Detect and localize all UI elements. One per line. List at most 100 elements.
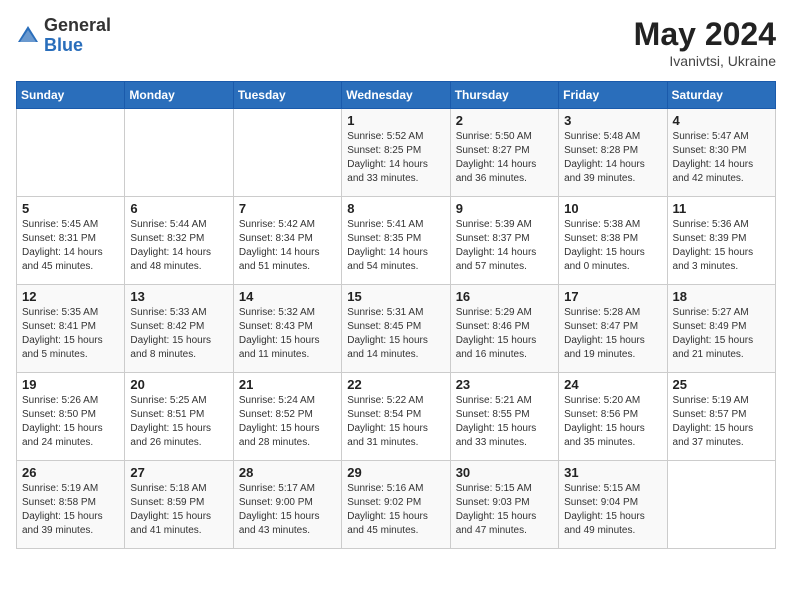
weekday-header-thursday: Thursday: [450, 82, 558, 109]
day-number: 9: [456, 201, 553, 216]
calendar-title: May 2024: [634, 16, 776, 53]
day-info: Sunrise: 5:31 AM Sunset: 8:45 PM Dayligh…: [347, 306, 444, 362]
day-info: Sunrise: 5:16 AM Sunset: 9:02 PM Dayligh…: [347, 482, 444, 538]
calendar-cell: 22 Sunrise: 5:22 AM Sunset: 8:54 PM Dayli…: [342, 373, 450, 461]
day-number: 10: [564, 201, 661, 216]
day-number: 16: [456, 289, 553, 304]
calendar-cell: 16 Sunrise: 5:29 AM Sunset: 8:46 PM Dayli…: [450, 285, 558, 373]
day-number: 21: [239, 377, 336, 392]
day-number: 15: [347, 289, 444, 304]
day-info: Sunrise: 5:29 AM Sunset: 8:46 PM Dayligh…: [456, 306, 553, 362]
calendar-cell: 7 Sunrise: 5:42 AM Sunset: 8:34 PM Daylig…: [233, 197, 341, 285]
logo-general: General: [44, 15, 111, 35]
day-number: 6: [130, 201, 227, 216]
day-number: 19: [22, 377, 119, 392]
week-row-3: 12Sunrise: 5:35 AM Sunset: 8:41 PM Dayli…: [17, 285, 776, 373]
day-number: 23: [456, 377, 553, 392]
weekday-header-monday: Monday: [125, 82, 233, 109]
day-number: 25: [673, 377, 770, 392]
title-block: May 2024 Ivanivtsi, Ukraine: [634, 16, 776, 69]
calendar-cell: 21 Sunrise: 5:24 AM Sunset: 8:52 PM Dayli…: [233, 373, 341, 461]
calendar-cell: [667, 461, 775, 549]
day-number: 1: [347, 113, 444, 128]
day-info: Sunrise: 5:21 AM Sunset: 8:55 PM Dayligh…: [456, 394, 553, 450]
day-info: Sunrise: 5:52 AM Sunset: 8:25 PM Dayligh…: [347, 130, 444, 186]
calendar-cell: [233, 109, 341, 197]
day-info: Sunrise: 5:19 AM Sunset: 8:57 PM Dayligh…: [673, 394, 770, 450]
day-number: 22: [347, 377, 444, 392]
week-row-2: 5 Sunrise: 5:45 AM Sunset: 8:31 PM Daylig…: [17, 197, 776, 285]
day-info: Sunrise: 5:22 AM Sunset: 8:54 PM Dayligh…: [347, 394, 444, 450]
calendar-cell: 5 Sunrise: 5:45 AM Sunset: 8:31 PM Daylig…: [17, 197, 125, 285]
weekday-header-friday: Friday: [559, 82, 667, 109]
calendar-cell: 23 Sunrise: 5:21 AM Sunset: 8:55 PM Dayli…: [450, 373, 558, 461]
day-number: 26: [22, 465, 119, 480]
logo-text: General Blue: [44, 16, 111, 56]
day-number: 7: [239, 201, 336, 216]
day-info: Sunrise: 5:17 AM Sunset: 9:00 PM Dayligh…: [239, 482, 336, 538]
day-info: Sunrise: 5:50 AM Sunset: 8:27 PM Dayligh…: [456, 130, 553, 186]
day-number: 3: [564, 113, 661, 128]
calendar-cell: 8 Sunrise: 5:41 AM Sunset: 8:35 PM Daylig…: [342, 197, 450, 285]
day-info: Sunrise: 5:27 AM Sunset: 8:49 PM Dayligh…: [673, 306, 770, 362]
calendar-cell: 20Sunrise: 5:25 AM Sunset: 8:51 PM Dayli…: [125, 373, 233, 461]
day-info: Sunrise: 5:44 AM Sunset: 8:32 PM Dayligh…: [130, 218, 227, 274]
day-info: Sunrise: 5:32 AM Sunset: 8:43 PM Dayligh…: [239, 306, 336, 362]
week-row-5: 26 Sunrise: 5:19 AM Sunset: 8:58 PM Dayli…: [17, 461, 776, 549]
calendar-cell: 3 Sunrise: 5:48 AM Sunset: 8:28 PM Daylig…: [559, 109, 667, 197]
day-info: Sunrise: 5:47 AM Sunset: 8:30 PM Dayligh…: [673, 130, 770, 186]
day-number: 4: [673, 113, 770, 128]
calendar-cell: 1 Sunrise: 5:52 AM Sunset: 8:25 PM Daylig…: [342, 109, 450, 197]
calendar-cell: 28 Sunrise: 5:17 AM Sunset: 9:00 PM Dayli…: [233, 461, 341, 549]
calendar-cell: 13Sunrise: 5:33 AM Sunset: 8:42 PM Dayli…: [125, 285, 233, 373]
calendar-table: SundayMondayTuesdayWednesdayThursdayFrid…: [16, 81, 776, 549]
calendar-cell: 24 Sunrise: 5:20 AM Sunset: 8:56 PM Dayli…: [559, 373, 667, 461]
calendar-cell: 31Sunrise: 5:15 AM Sunset: 9:04 PM Dayli…: [559, 461, 667, 549]
day-info: Sunrise: 5:28 AM Sunset: 8:47 PM Dayligh…: [564, 306, 661, 362]
calendar-location: Ivanivtsi, Ukraine: [634, 53, 776, 69]
week-row-4: 19Sunrise: 5:26 AM Sunset: 8:50 PM Dayli…: [17, 373, 776, 461]
day-info: Sunrise: 5:39 AM Sunset: 8:37 PM Dayligh…: [456, 218, 553, 274]
day-number: 28: [239, 465, 336, 480]
calendar-cell: 29 Sunrise: 5:16 AM Sunset: 9:02 PM Dayli…: [342, 461, 450, 549]
calendar-cell: 6 Sunrise: 5:44 AM Sunset: 8:32 PM Daylig…: [125, 197, 233, 285]
day-info: Sunrise: 5:42 AM Sunset: 8:34 PM Dayligh…: [239, 218, 336, 274]
day-info: Sunrise: 5:20 AM Sunset: 8:56 PM Dayligh…: [564, 394, 661, 450]
day-number: 12: [22, 289, 119, 304]
weekday-header-sunday: Sunday: [17, 82, 125, 109]
week-row-1: 1 Sunrise: 5:52 AM Sunset: 8:25 PM Daylig…: [17, 109, 776, 197]
logo-blue: Blue: [44, 35, 83, 55]
day-info: Sunrise: 5:36 AM Sunset: 8:39 PM Dayligh…: [673, 218, 770, 274]
calendar-body: 1 Sunrise: 5:52 AM Sunset: 8:25 PM Daylig…: [17, 109, 776, 549]
calendar-cell: 12Sunrise: 5:35 AM Sunset: 8:41 PM Dayli…: [17, 285, 125, 373]
day-number: 30: [456, 465, 553, 480]
day-info: Sunrise: 5:41 AM Sunset: 8:35 PM Dayligh…: [347, 218, 444, 274]
day-number: 13: [130, 289, 227, 304]
day-info: Sunrise: 5:24 AM Sunset: 8:52 PM Dayligh…: [239, 394, 336, 450]
weekday-header-wednesday: Wednesday: [342, 82, 450, 109]
day-number: 2: [456, 113, 553, 128]
calendar-cell: [125, 109, 233, 197]
day-number: 14: [239, 289, 336, 304]
weekday-header-saturday: Saturday: [667, 82, 775, 109]
calendar-cell: 11Sunrise: 5:36 AM Sunset: 8:39 PM Dayli…: [667, 197, 775, 285]
calendar-cell: 15 Sunrise: 5:31 AM Sunset: 8:45 PM Dayli…: [342, 285, 450, 373]
day-number: 8: [347, 201, 444, 216]
calendar-cell: 19Sunrise: 5:26 AM Sunset: 8:50 PM Dayli…: [17, 373, 125, 461]
day-number: 31: [564, 465, 661, 480]
day-info: Sunrise: 5:48 AM Sunset: 8:28 PM Dayligh…: [564, 130, 661, 186]
day-info: Sunrise: 5:15 AM Sunset: 9:03 PM Dayligh…: [456, 482, 553, 538]
logo-icon: [16, 24, 40, 48]
day-number: 17: [564, 289, 661, 304]
calendar-cell: 25 Sunrise: 5:19 AM Sunset: 8:57 PM Dayli…: [667, 373, 775, 461]
day-number: 29: [347, 465, 444, 480]
day-info: Sunrise: 5:19 AM Sunset: 8:58 PM Dayligh…: [22, 482, 119, 538]
day-info: Sunrise: 5:45 AM Sunset: 8:31 PM Dayligh…: [22, 218, 119, 274]
calendar-cell: 2 Sunrise: 5:50 AM Sunset: 8:27 PM Daylig…: [450, 109, 558, 197]
calendar-cell: 30 Sunrise: 5:15 AM Sunset: 9:03 PM Dayli…: [450, 461, 558, 549]
day-number: 24: [564, 377, 661, 392]
calendar-cell: 10Sunrise: 5:38 AM Sunset: 8:38 PM Dayli…: [559, 197, 667, 285]
day-number: 5: [22, 201, 119, 216]
calendar-cell: 17 Sunrise: 5:28 AM Sunset: 8:47 PM Dayli…: [559, 285, 667, 373]
calendar-cell: 26 Sunrise: 5:19 AM Sunset: 8:58 PM Dayli…: [17, 461, 125, 549]
